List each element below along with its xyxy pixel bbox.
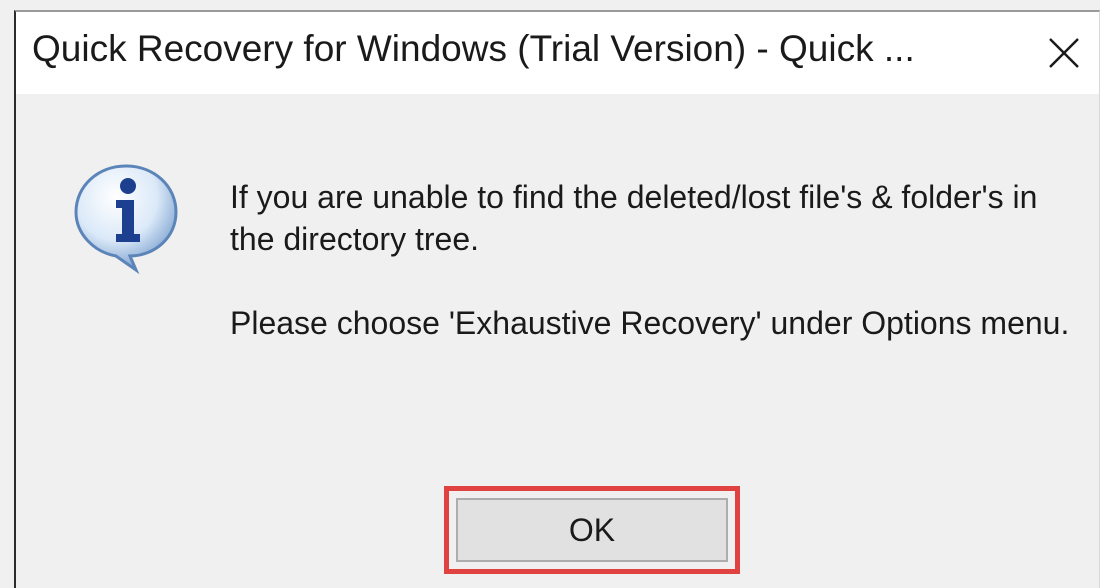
message-text: If you are unable to find the deleted/lo… bbox=[230, 176, 1090, 344]
message-dialog: Quick Recovery for Windows (Trial Versio… bbox=[14, 10, 1100, 588]
title-bar: Quick Recovery for Windows (Trial Versio… bbox=[16, 12, 1099, 94]
ok-button[interactable]: OK bbox=[456, 498, 728, 562]
close-button[interactable] bbox=[1029, 12, 1099, 94]
dialog-body: If you are unable to find the deleted/lo… bbox=[16, 94, 1099, 580]
message-line-2: Please choose 'Exhaustive Recovery' unde… bbox=[230, 305, 1070, 341]
information-icon bbox=[74, 164, 178, 274]
dialog-title: Quick Recovery for Windows (Trial Versio… bbox=[32, 28, 915, 69]
message-line-1: If you are unable to find the deleted/lo… bbox=[230, 179, 1038, 257]
close-icon bbox=[1049, 38, 1079, 68]
